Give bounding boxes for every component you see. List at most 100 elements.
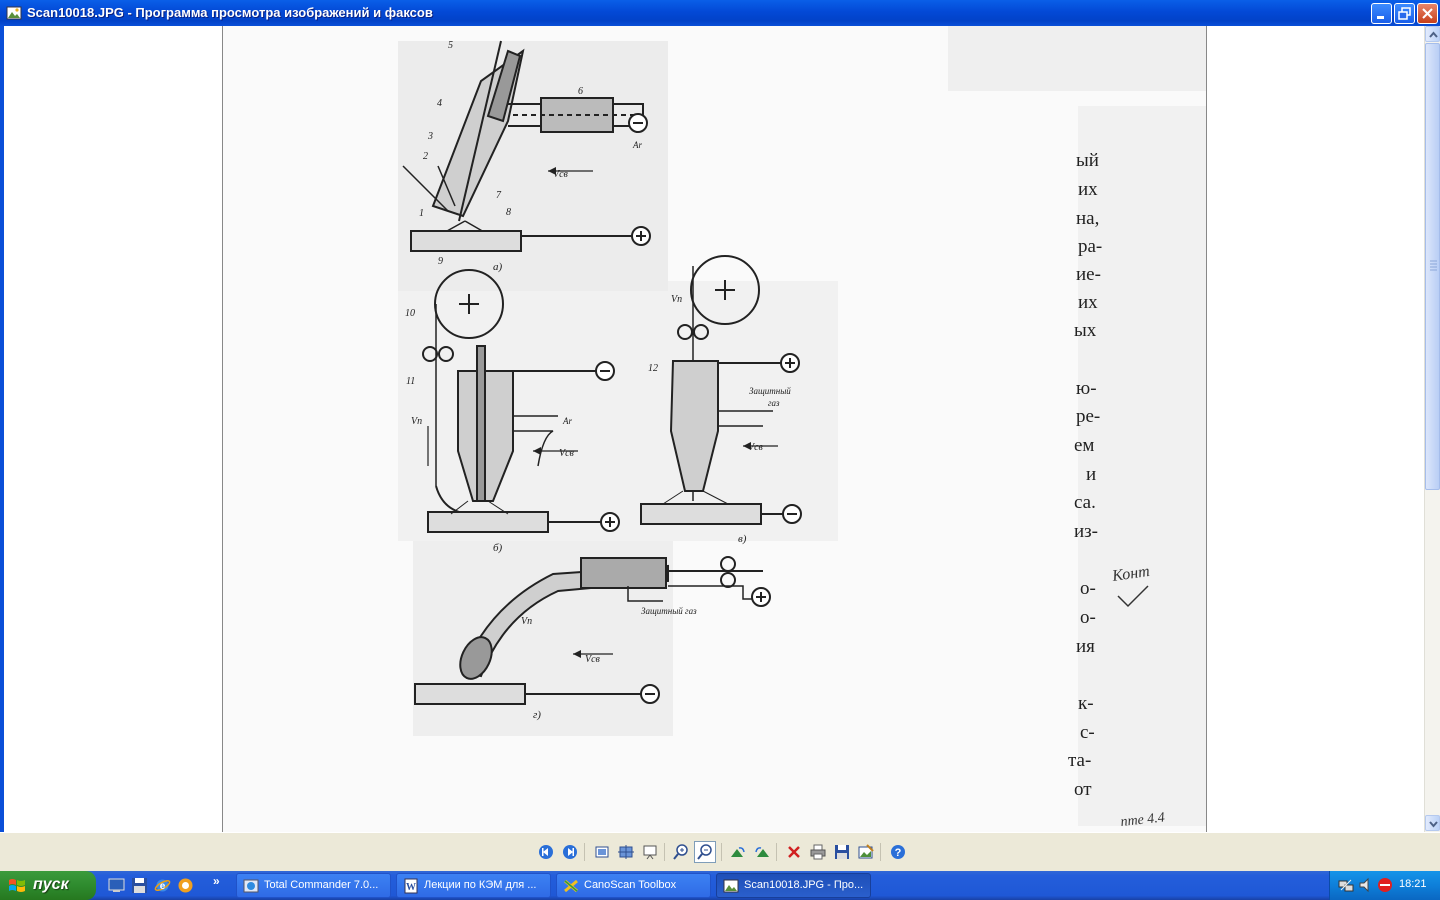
toolbar-separator bbox=[880, 843, 881, 861]
save-icon[interactable] bbox=[131, 877, 148, 894]
page-text-fragment: ре- bbox=[1076, 406, 1101, 427]
scroll-thumb[interactable] bbox=[1425, 43, 1440, 490]
actual-size-icon bbox=[618, 845, 634, 859]
scanned-image: 5 6 4 3 2 1 7 8 9 10 11 12 Ar Ar Vсв Vсв… bbox=[222, 26, 1207, 832]
figure-label-1: 1 bbox=[419, 208, 424, 219]
next-image-button[interactable] bbox=[560, 842, 580, 862]
task-label: Scan10018.JPG - Про... bbox=[744, 879, 864, 891]
show-desktop-icon[interactable] bbox=[108, 877, 125, 894]
task-canoscan-toolbox[interactable]: CanoScan Toolbox bbox=[556, 873, 711, 898]
figure-label-6: 6 bbox=[578, 86, 583, 97]
rotate-clockwise-icon bbox=[731, 847, 745, 857]
task-label: Лекции по КЭМ для ... bbox=[424, 879, 537, 891]
delete-button[interactable] bbox=[784, 842, 804, 862]
save-icon bbox=[835, 845, 849, 859]
label-vp-b: Vп bbox=[411, 416, 422, 427]
restore-button[interactable] bbox=[1394, 3, 1415, 24]
slideshow-button[interactable] bbox=[640, 842, 660, 862]
task-label: CanoScan Toolbox bbox=[584, 879, 677, 891]
figure-label-2: 2 bbox=[423, 151, 428, 162]
internet-explorer-icon[interactable]: e bbox=[154, 877, 171, 894]
best-fit-icon bbox=[595, 846, 609, 858]
viewer-toolbar: ? bbox=[0, 832, 1440, 871]
page-text-fragment: ый bbox=[1076, 150, 1099, 171]
page-text-fragment: та- bbox=[1068, 750, 1092, 771]
minimize-icon bbox=[1377, 16, 1384, 19]
rotate-clockwise-button[interactable] bbox=[728, 842, 748, 862]
volume-icon[interactable] bbox=[1358, 877, 1374, 893]
page-text-fragment: ие- bbox=[1076, 264, 1101, 285]
svg-text:W: W bbox=[406, 882, 416, 893]
quick-launch-more-button[interactable]: » bbox=[213, 874, 220, 888]
zoom-in-button[interactable] bbox=[671, 842, 691, 862]
restore-icon bbox=[1398, 7, 1411, 20]
network-icon[interactable] bbox=[1338, 877, 1354, 893]
total-commander-icon bbox=[243, 879, 259, 893]
figure-label-8: 8 bbox=[506, 207, 511, 218]
start-button[interactable]: пуск bbox=[0, 871, 96, 900]
page-text-fragment: о- bbox=[1080, 578, 1096, 599]
minimize-button[interactable] bbox=[1371, 3, 1392, 24]
page-text-fragment: из- bbox=[1074, 521, 1099, 542]
figure-label-5: 5 bbox=[448, 40, 453, 51]
window-frame-left[interactable] bbox=[0, 26, 4, 871]
windows-logo-icon bbox=[9, 879, 25, 892]
label-gas-g: Защитный газ bbox=[641, 606, 697, 616]
scroll-down-button[interactable] bbox=[1425, 815, 1440, 831]
best-fit-button[interactable] bbox=[592, 842, 612, 862]
page-text-fragment: ия bbox=[1076, 636, 1095, 657]
image-viewer-icon bbox=[6, 6, 22, 20]
zoom-out-icon bbox=[697, 844, 712, 860]
page-text-fragment: их bbox=[1078, 292, 1098, 313]
grip-icon bbox=[1430, 260, 1437, 271]
print-icon bbox=[810, 844, 826, 860]
label-gas-v-line1: Защитный bbox=[749, 386, 791, 396]
vertical-scrollbar[interactable] bbox=[1424, 26, 1440, 832]
chevron-down-icon bbox=[1429, 821, 1438, 828]
page-text-fragment: на, bbox=[1076, 208, 1100, 229]
task-total-commander[interactable]: Total Commander 7.0... bbox=[236, 873, 391, 898]
help-icon: ? bbox=[891, 845, 905, 859]
system-tray: 18:21 bbox=[1329, 871, 1440, 900]
zoom-out-button[interactable] bbox=[694, 841, 716, 863]
handwritten-note-2: пте 4.4 bbox=[1120, 810, 1166, 830]
security-alert-icon[interactable] bbox=[1377, 877, 1393, 893]
taskbar: пуск e » Total Commander 7.0... W Лекции… bbox=[0, 871, 1440, 900]
page-text-fragment: о- bbox=[1080, 607, 1096, 628]
scroll-up-button[interactable] bbox=[1425, 26, 1440, 42]
close-icon bbox=[1422, 8, 1433, 19]
label-vp-g: Vп bbox=[521, 616, 532, 627]
page-text-fragment: к- bbox=[1078, 693, 1094, 714]
welding-torch-diagram: 5 6 4 3 2 1 7 8 9 10 11 12 Ar Ar Vсв Vсв… bbox=[398, 26, 1206, 830]
rotate-counterclockwise-button[interactable] bbox=[752, 842, 772, 862]
window-title-bar[interactable]: Scan10018.JPG - Программа просмотра изоб… bbox=[0, 0, 1440, 26]
start-label: пуск bbox=[33, 876, 69, 893]
slideshow-icon bbox=[643, 845, 657, 860]
page-text-fragment: са. bbox=[1074, 492, 1096, 513]
scanner-icon bbox=[564, 879, 578, 893]
figure-caption-b: б) bbox=[493, 542, 503, 554]
edit-button[interactable] bbox=[856, 842, 876, 862]
task-image-viewer[interactable]: Scan10018.JPG - Про... bbox=[716, 873, 871, 898]
figure-label-9: 9 bbox=[438, 256, 443, 267]
window-title: Scan10018.JPG - Программа просмотра изоб… bbox=[27, 5, 433, 20]
figure-label-11: 11 bbox=[406, 376, 415, 387]
previous-image-button[interactable] bbox=[536, 842, 556, 862]
actual-size-button[interactable] bbox=[616, 842, 636, 862]
zoom-in-icon bbox=[673, 844, 688, 860]
task-lectures-document[interactable]: W Лекции по КЭМ для ... bbox=[396, 873, 551, 898]
close-button[interactable] bbox=[1417, 3, 1438, 24]
page-text-fragment: и bbox=[1086, 464, 1097, 485]
delete-icon bbox=[788, 846, 800, 858]
help-button[interactable]: ? bbox=[888, 842, 908, 862]
chevron-up-icon bbox=[1429, 31, 1438, 38]
page-text-fragment: ем bbox=[1074, 435, 1095, 456]
label-vsv-g: Vсв bbox=[585, 654, 601, 665]
print-button[interactable] bbox=[808, 842, 828, 862]
save-copy-button[interactable] bbox=[832, 842, 852, 862]
media-player-icon[interactable] bbox=[177, 877, 194, 894]
page-text-fragment: ю- bbox=[1076, 378, 1097, 399]
page-text-fragment: от bbox=[1074, 779, 1092, 800]
toolbar-separator bbox=[776, 843, 777, 861]
previous-icon bbox=[539, 845, 553, 859]
